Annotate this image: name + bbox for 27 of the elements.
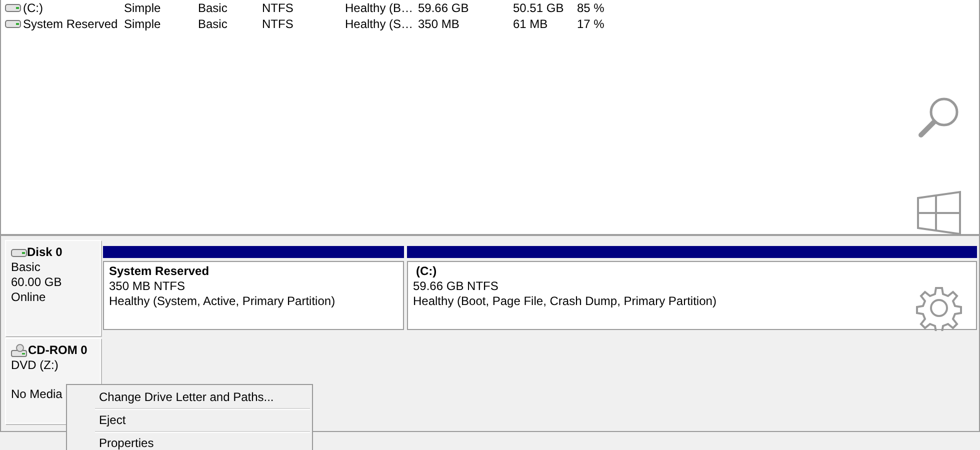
table-cell: Healthy (B… — [345, 1, 414, 15]
table-cell: 17 % — [577, 17, 604, 31]
media-status: No Media — [11, 387, 62, 401]
disk-detail: Basic — [11, 260, 40, 274]
partition-name: (C:) — [416, 264, 437, 278]
disk-name: Disk 0 — [27, 245, 62, 260]
table-cell: 59.66 GB — [418, 1, 469, 15]
table-cell: Healthy (S… — [345, 17, 414, 31]
partition-size: 350 MB NTFS — [109, 279, 186, 293]
table-cell: Simple — [124, 17, 161, 31]
table-cell: Basic — [198, 1, 228, 15]
partition-status: Healthy (System, Active, Primary Partition) — [109, 294, 336, 308]
table-cell: 61 MB — [513, 17, 548, 31]
table-cell: NTFS — [262, 17, 294, 31]
disk-detail: 60.00 GB — [11, 275, 62, 289]
partition-name: System Reserved — [109, 264, 210, 278]
table-cell: Basic — [198, 17, 228, 31]
table-cell: Simple — [124, 1, 161, 15]
disk-detail: DVD (Z:) — [11, 358, 58, 372]
disk-detail: Online — [11, 290, 46, 304]
table-cell: NTFS — [262, 1, 294, 15]
disk-name: CD-ROM 0 — [28, 343, 88, 358]
table-cell: 85 % — [577, 1, 604, 15]
table-cell: 50.51 GB — [513, 1, 564, 15]
partition-size: 59.66 GB NTFS — [413, 279, 498, 293]
partition-status: Healthy (Boot, Page File, Crash Dump, Primary Partition) — [413, 294, 716, 308]
table-cell: 350 MB — [418, 17, 460, 31]
